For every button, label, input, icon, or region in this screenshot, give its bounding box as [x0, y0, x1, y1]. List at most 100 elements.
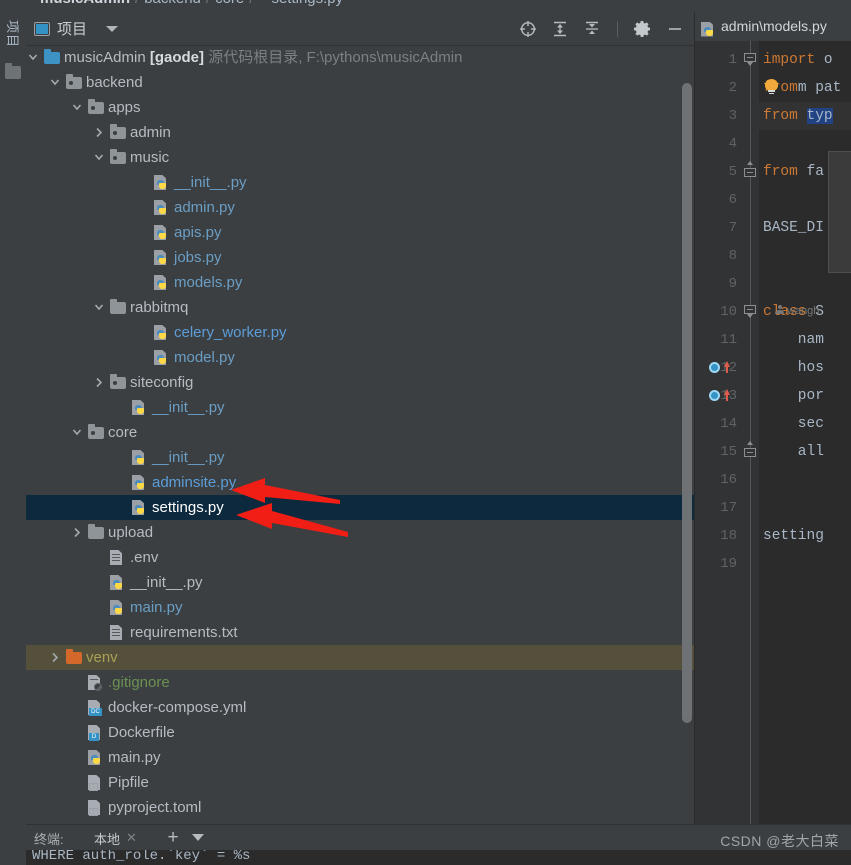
terminal-output-pane[interactable]: WHERE auth_role.`key` = %s [26, 850, 851, 865]
chevron-right-icon[interactable] [92, 120, 106, 145]
code-line: por [763, 388, 824, 404]
folder-src-icon [110, 145, 126, 170]
chevron-down-icon[interactable] [192, 834, 204, 841]
chevron-right-icon[interactable] [48, 645, 62, 670]
editor-gutter[interactable]: 1 2 3 4 5 6 7 8 9 10 11 12 13 14 15 16 17 18 19 [695, 41, 743, 824]
chevron-right-icon[interactable] [92, 370, 106, 395]
tree-row-apis.py[interactable]: apis.py [26, 220, 694, 245]
gutter-line-number: 10 [720, 304, 737, 320]
tree-row-dockerfile[interactable]: D Dockerfile [26, 720, 694, 745]
tree-row-celery_worker.py[interactable]: celery_worker.py [26, 320, 694, 345]
settings-gear-icon[interactable] [634, 20, 652, 38]
chevron-right-icon[interactable] [70, 520, 84, 545]
code-line: BASE_DI [763, 220, 824, 236]
fold-end-icon[interactable] [744, 441, 757, 458]
tree-row-__init__.py[interactable]: __init__.py [26, 395, 694, 420]
doc-icon [110, 545, 126, 570]
tree-row-pipfile[interactable]: T Pipfile [26, 770, 694, 795]
fold-end-icon[interactable] [744, 161, 757, 178]
expand-all-icon[interactable] [551, 20, 569, 38]
tree-row-models.py[interactable]: models.py [26, 270, 694, 295]
tree-row-model.py[interactable]: model.py [26, 345, 694, 370]
breadcrumb-item-project[interactable]: musicAdmin [40, 0, 130, 7]
tree-row-label: admin [130, 124, 171, 141]
select-opened-file-icon[interactable] [519, 20, 537, 38]
tree-row-admin.py[interactable]: admin.py [26, 195, 694, 220]
tree-row-label: __init__.py [174, 174, 247, 191]
chevron-down-icon[interactable] [48, 70, 62, 95]
tree-row-backend[interactable]: backend [26, 70, 694, 95]
tree-row-settings.py[interactable]: settings.py [26, 495, 694, 520]
project-title-group[interactable]: 项目 [34, 18, 119, 39]
tree-row-requirements.txt[interactable]: requirements.txt [26, 620, 694, 645]
tree-row-__init__.py[interactable]: __init__.py [26, 570, 694, 595]
folder-src-icon [66, 70, 82, 95]
gutter-line-number: 6 [728, 192, 737, 208]
tree-row-dockercompose.yml[interactable]: DC docker-compose.yml [26, 695, 694, 720]
hide-panel-icon[interactable] [666, 20, 684, 38]
tree-row-jobs.py[interactable]: jobs.py [26, 245, 694, 270]
folder-icon[interactable] [5, 63, 21, 79]
python-icon [154, 345, 170, 370]
tree-row-.gitignore[interactable]: .gitignore [26, 670, 694, 695]
badge-t-icon: T [88, 795, 104, 820]
project-scrollbar-thumb[interactable] [682, 83, 692, 723]
terminal-tab-local[interactable]: 本地 ✕ [88, 825, 143, 853]
tree-row-admin[interactable]: admin [26, 120, 694, 145]
breadcrumb-item-core[interactable]: core [215, 0, 244, 7]
code-line: nam [763, 332, 824, 348]
editor-tab-models-py[interactable]: admin\models.py [701, 12, 827, 41]
run-to-cursor-icon[interactable] [724, 361, 730, 373]
tree-row-adminsite.py[interactable]: adminsite.py [26, 470, 694, 495]
tree-row-upload[interactable]: upload [26, 520, 694, 545]
tree-row-label: requirements.txt [130, 624, 238, 641]
tree-row-__init__.py[interactable]: __init__.py [26, 445, 694, 470]
tree-row-apps[interactable]: apps [26, 95, 694, 120]
breadcrumb-items[interactable]: musicAdmin/backend/core/settings.py [40, 0, 343, 7]
project-scrollbar-track[interactable] [680, 45, 694, 824]
python-icon [154, 195, 170, 220]
gutter-line-number: 7 [728, 220, 737, 236]
code-line: hos [763, 360, 824, 376]
chevron-down-icon[interactable] [92, 295, 106, 320]
page-title: 项目 [57, 21, 88, 38]
breakpoint-icon[interactable] [709, 362, 720, 373]
tree-row-core[interactable]: core [26, 420, 694, 445]
editor-fold-rail[interactable] [743, 41, 759, 824]
breakpoint-icon[interactable] [709, 390, 720, 401]
fold-start-icon[interactable] [744, 305, 757, 318]
project-file-tree[interactable]: musicAdmin [gaode] 源代码根目录, F:\pythons\mu… [26, 45, 694, 824]
editor-body[interactable]: 1 2 3 4 5 6 7 8 9 10 11 12 13 14 15 16 17 18 19 import o fr… [695, 41, 851, 824]
chevron-down-icon[interactable] [70, 420, 84, 445]
gutter-line-number: 11 [720, 332, 737, 348]
tree-row-__init__.py[interactable]: __init__.py [26, 170, 694, 195]
breadcrumb-item-file[interactable]: settings.py [271, 0, 343, 7]
tool-strip-project-label[interactable]: 项目 [3, 9, 23, 59]
tree-row-main.py[interactable]: main.py [26, 745, 694, 770]
fold-start-icon[interactable] [744, 53, 757, 66]
tree-row-venv[interactable]: venv [26, 645, 694, 670]
plus-icon[interactable]: + [164, 828, 182, 847]
run-to-cursor-icon[interactable] [724, 389, 730, 401]
breadcrumb-item-backend[interactable]: backend [144, 0, 201, 7]
badge-t-icon: T [88, 770, 104, 795]
python-icon [154, 245, 170, 270]
tree-row-music[interactable]: music [26, 145, 694, 170]
collapse-all-icon[interactable] [583, 20, 601, 38]
tree-row-.env[interactable]: .env [26, 545, 694, 570]
tree-row-main.py[interactable]: main.py [26, 595, 694, 620]
tree-row-label: docker-compose.yml [108, 699, 247, 716]
tree-row-pyproject.toml[interactable]: Tpyproject.toml [26, 795, 694, 820]
chevron-down-icon[interactable] [106, 25, 119, 32]
tree-row-rabbitmq[interactable]: rabbitmq [26, 295, 694, 320]
python-icon [110, 570, 126, 595]
chevron-down-icon[interactable] [26, 45, 40, 70]
chevron-down-icon[interactable] [70, 95, 84, 120]
tree-row-label: musicAdmin [gaode] 源代码根目录, F:\pythons\mu… [64, 49, 463, 66]
intention-bulb-icon[interactable] [765, 79, 780, 94]
tree-row-siteconfig[interactable]: siteconfig [26, 370, 694, 395]
close-icon[interactable]: ✕ [126, 830, 137, 846]
folder-grey-icon [88, 520, 104, 545]
chevron-down-icon[interactable] [92, 145, 106, 170]
tree-row-musicadmin[interactable]: musicAdmin [gaode] 源代码根目录, F:\pythons\mu… [26, 45, 694, 70]
